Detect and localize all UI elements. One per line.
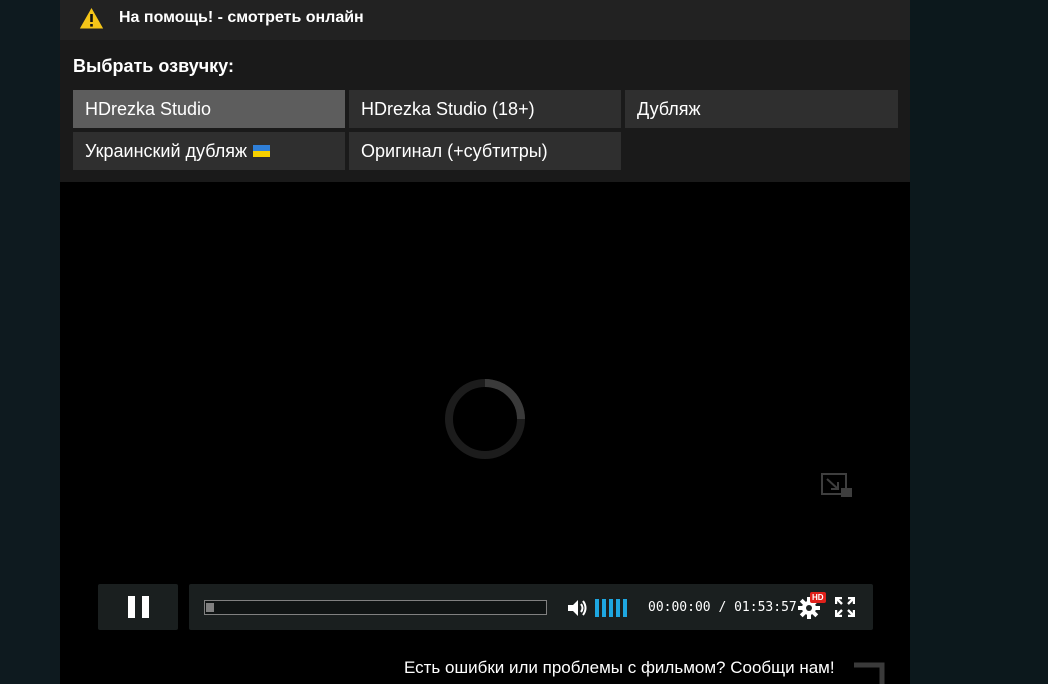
voice-option-hdrezka-studio-18[interactable]: HDrezka Studio (18+): [349, 90, 621, 128]
quality-badge: HD: [810, 592, 826, 603]
voice-option-label: Дубляж: [637, 98, 701, 119]
voice-option-label: Украинский дубляж: [85, 140, 247, 161]
player-panel: На помощь! - смотреть онлайн Выбрать озв…: [60, 0, 910, 684]
progress-bar[interactable]: [204, 600, 547, 615]
picture-in-picture-icon[interactable]: [820, 472, 854, 502]
volume-bar-segment: [602, 599, 606, 617]
report-problem-link[interactable]: Есть ошибки или проблемы с фильмом? Сооб…: [404, 658, 835, 678]
time-current: 00:00:00: [648, 600, 711, 615]
time-display: 00:00:00 / 01:53:57: [648, 600, 797, 615]
page-background-left: [0, 0, 60, 684]
volume-icon[interactable]: [567, 599, 589, 617]
volume-bar-segment: [616, 599, 620, 617]
voice-option-label: Оригинал (+субтитры): [361, 140, 548, 161]
voice-option-original-subtitles[interactable]: Оригинал (+субтитры): [349, 132, 621, 170]
voice-option-label: HDrezka Studio: [85, 98, 212, 119]
pause-button[interactable]: [98, 584, 178, 630]
corner-bracket-icon: [854, 662, 885, 684]
warning-triangle-icon: [78, 6, 105, 30]
time-total: 01:53:57: [734, 600, 797, 615]
voice-option-dubbing[interactable]: Дубляж: [625, 90, 898, 128]
warning-bar: На помощь! - смотреть онлайн: [60, 0, 910, 40]
volume-bar-segment: [595, 599, 599, 617]
time-separator: /: [718, 600, 727, 615]
voice-option-ukrainian-dubbing[interactable]: Украинский дубляж: [73, 132, 345, 170]
voice-selector: Выбрать озвучку: HDrezka Studio HDrezka …: [60, 40, 910, 182]
progress-fill: [206, 603, 214, 612]
fullscreen-icon[interactable]: [835, 597, 855, 617]
warning-title: На помощь! - смотреть онлайн: [119, 9, 364, 26]
voice-option-label: HDrezka Studio (18+): [361, 98, 535, 119]
pause-icon: [128, 596, 149, 618]
page-background-right: [910, 0, 1048, 684]
loading-spinner-icon: [445, 379, 525, 459]
volume-bar-segment: [623, 599, 627, 617]
volume-bar-segment: [609, 599, 613, 617]
ukraine-flag-icon: [253, 145, 270, 157]
video-player[interactable]: 00:00:00 / 01:53:57 HD Есть ошибки или п…: [60, 182, 910, 684]
voice-option-hdrezka-studio[interactable]: HDrezka Studio: [73, 90, 345, 128]
voice-selector-title: Выбрать озвучку:: [73, 56, 234, 76]
control-bar: 00:00:00 / 01:53:57 HD: [189, 584, 873, 630]
